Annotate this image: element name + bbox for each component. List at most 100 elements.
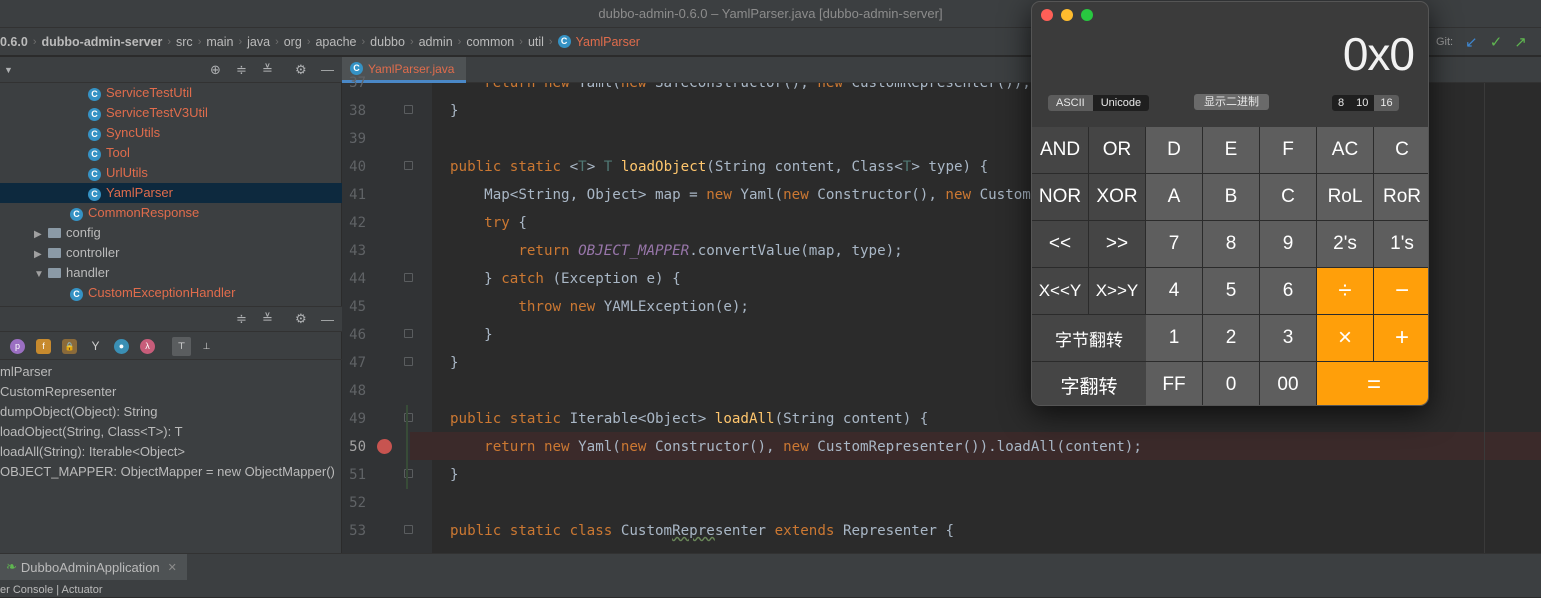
- breadcrumb-item[interactable]: 0.6.0: [0, 35, 28, 49]
- encoding-unicode[interactable]: Unicode: [1093, 95, 1149, 111]
- base-selector[interactable]: 8 10 16: [1332, 95, 1399, 111]
- key-1[interactable]: 1: [1146, 315, 1203, 362]
- structure-item[interactable]: CustomRepresenter: [0, 382, 342, 402]
- key-字节翻转[interactable]: 字节翻转: [1032, 315, 1147, 362]
- breadcrumb-item[interactable]: src: [176, 35, 193, 49]
- fields-filter-icon[interactable]: f: [36, 339, 51, 354]
- properties-filter-icon[interactable]: p: [10, 339, 25, 354]
- key-X>>Y[interactable]: X>>Y: [1089, 268, 1146, 315]
- tree-item[interactable]: C CustomExceptionHandler: [0, 283, 342, 303]
- key-D[interactable]: D: [1146, 127, 1203, 174]
- key-2[interactable]: 2: [1203, 315, 1260, 362]
- key-A[interactable]: A: [1146, 174, 1203, 221]
- inherited-tree-icon[interactable]: Y: [88, 339, 103, 354]
- base-16[interactable]: 16: [1374, 95, 1399, 111]
- key-=[interactable]: =: [1317, 362, 1428, 405]
- key-÷[interactable]: ÷: [1317, 268, 1374, 315]
- key-OR[interactable]: OR: [1089, 127, 1146, 174]
- anonymous-circle-icon[interactable]: ●: [114, 339, 129, 354]
- fold-marker-icon[interactable]: [404, 161, 413, 170]
- run-subtabs[interactable]: er Console | Actuator: [0, 584, 103, 598]
- chevron-down-icon[interactable]: ▼: [4, 65, 13, 75]
- key-−[interactable]: −: [1374, 268, 1428, 315]
- git-update-icon[interactable]: ↙: [1465, 33, 1478, 51]
- base-10[interactable]: 10: [1350, 95, 1374, 111]
- fold-marker-icon[interactable]: [404, 357, 413, 366]
- fold-marker-icon[interactable]: [404, 273, 413, 282]
- calculator-window[interactable]: 0x0 ASCII Unicode 显示二进制 8 10 16 AND OR D E F…: [1031, 1, 1429, 406]
- key->>[interactable]: >>: [1089, 221, 1146, 268]
- fold-marker-icon[interactable]: [404, 105, 413, 114]
- zoom-window-button[interactable]: [1081, 9, 1093, 21]
- key-2's[interactable]: 2's: [1317, 221, 1374, 268]
- breadcrumb-item[interactable]: java: [247, 35, 270, 49]
- tree-folder[interactable]: ▶ controller: [0, 243, 342, 263]
- key-NOR[interactable]: NOR: [1032, 174, 1089, 221]
- fold-marker-icon[interactable]: [404, 329, 413, 338]
- tree-item-selected[interactable]: C YamlParser: [0, 183, 342, 203]
- key-8[interactable]: 8: [1203, 221, 1260, 268]
- lambda-icon[interactable]: λ: [140, 339, 155, 354]
- base-8[interactable]: 8: [1332, 95, 1350, 111]
- lock-icon[interactable]: 🔒: [62, 339, 77, 354]
- key-C[interactable]: C: [1374, 127, 1428, 174]
- gear-icon[interactable]: ⚙: [295, 311, 307, 327]
- key-F[interactable]: F: [1260, 127, 1317, 174]
- key-9[interactable]: 9: [1260, 221, 1317, 268]
- gear-icon[interactable]: ⚙: [295, 62, 307, 78]
- key-+[interactable]: +: [1374, 315, 1428, 362]
- close-icon[interactable]: ✕: [168, 561, 177, 574]
- git-commit-icon[interactable]: ✓: [1490, 33, 1503, 51]
- minimize-window-button[interactable]: [1061, 9, 1073, 21]
- chevron-right-icon[interactable]: ▶: [34, 225, 48, 245]
- breakpoint-icon[interactable]: [377, 439, 392, 454]
- key-4[interactable]: 4: [1146, 268, 1203, 315]
- key-RoL[interactable]: RoL: [1317, 174, 1374, 221]
- collapse-all-icon[interactable]: ≚: [262, 311, 273, 327]
- editor-gutter[interactable]: 37 38 39 40 41 42 43 44 45 46 47 48 49 5…: [342, 75, 432, 553]
- close-window-button[interactable]: [1041, 9, 1053, 21]
- key-XOR[interactable]: XOR: [1089, 174, 1146, 221]
- encoding-selector[interactable]: ASCII Unicode: [1048, 95, 1150, 111]
- structure-item[interactable]: OBJECT_MAPPER: ObjectMapper = new Object…: [0, 462, 342, 482]
- chevron-down-icon[interactable]: ▼: [34, 265, 48, 285]
- tree-item[interactable]: C UrlUtils: [0, 163, 342, 183]
- key-1's[interactable]: 1's: [1374, 221, 1428, 268]
- collapse-all-icon[interactable]: ≚: [262, 62, 273, 78]
- tree-item[interactable]: C SyncUtils: [0, 123, 342, 143]
- key-5[interactable]: 5: [1203, 268, 1260, 315]
- key-×[interactable]: ×: [1317, 315, 1374, 362]
- tree-folder[interactable]: ▼ handler: [0, 263, 342, 283]
- fold-marker-icon[interactable]: [404, 525, 413, 534]
- key-AND[interactable]: AND: [1032, 127, 1089, 174]
- tree-item[interactable]: C Tool: [0, 143, 342, 163]
- show-binary-button[interactable]: 显示二进制: [1194, 94, 1269, 110]
- sort-alpha-icon[interactable]: ⊤: [172, 337, 191, 356]
- minimize-icon[interactable]: —: [321, 62, 334, 77]
- breadcrumb-item[interactable]: admin: [419, 35, 453, 49]
- run-tab[interactable]: ❧ DubboAdminApplication ✕: [0, 554, 187, 580]
- key-RoR[interactable]: RoR: [1374, 174, 1428, 221]
- key-AC[interactable]: AC: [1317, 127, 1374, 174]
- key-字翻转[interactable]: 字翻转: [1032, 362, 1147, 405]
- encoding-ascii[interactable]: ASCII: [1048, 95, 1093, 111]
- breadcrumb-item[interactable]: org: [284, 35, 302, 49]
- key-FF[interactable]: FF: [1146, 362, 1203, 405]
- expand-all-icon[interactable]: ≑: [236, 311, 247, 327]
- breadcrumb-item[interactable]: dubbo-admin-server: [41, 35, 162, 49]
- key-B[interactable]: B: [1203, 174, 1260, 221]
- key-<<[interactable]: <<: [1032, 221, 1089, 268]
- minimize-icon[interactable]: —: [321, 312, 334, 327]
- expand-all-icon[interactable]: ≑: [236, 62, 247, 78]
- key-X<<Y[interactable]: X<<Y: [1032, 268, 1089, 315]
- structure-item[interactable]: loadObject(String, Class<T>): T: [0, 422, 342, 442]
- structure-item[interactable]: mlParser: [0, 362, 342, 382]
- key-0[interactable]: 0: [1203, 362, 1260, 405]
- breadcrumb-item[interactable]: main: [206, 35, 233, 49]
- sort-visibility-icon[interactable]: ⊥: [199, 339, 214, 354]
- chevron-right-icon[interactable]: ▶: [34, 245, 48, 265]
- key-6[interactable]: 6: [1260, 268, 1317, 315]
- structure-item[interactable]: loadAll(String): Iterable<Object>: [0, 442, 342, 462]
- breadcrumb-item[interactable]: common: [466, 35, 514, 49]
- key-3[interactable]: 3: [1260, 315, 1317, 362]
